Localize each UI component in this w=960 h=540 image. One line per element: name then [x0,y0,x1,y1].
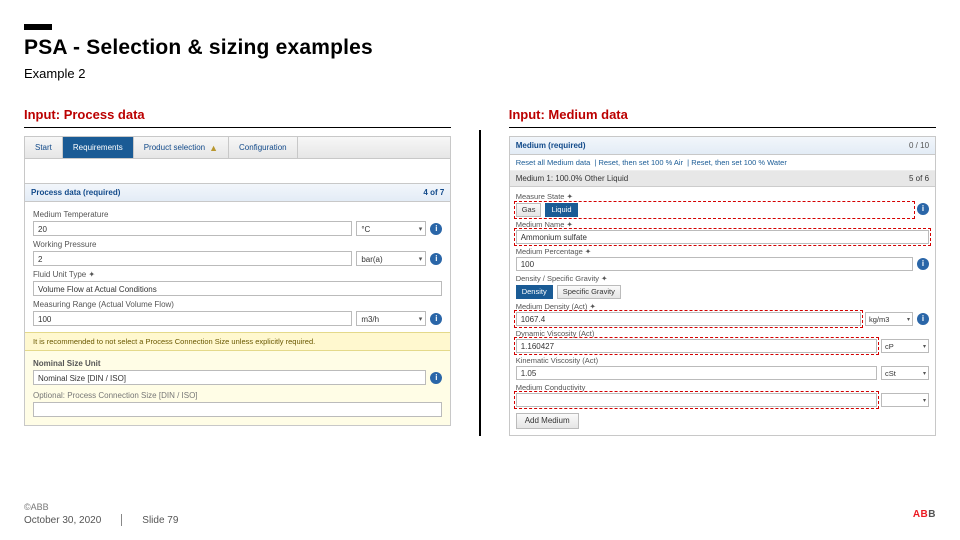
footer: ©ABB October 30, 2020 Slide 79 ABB [24,502,936,526]
process-panel: Start Requirements Product selection ▲ Co… [24,136,451,426]
column-separator [479,130,480,436]
footer-date: October 30, 2020 [24,515,101,526]
medium-panel: Medium (required) 0 / 10 Reset all Mediu… [509,136,936,436]
process-section-header[interactable]: Process data (required) 4 of 7 [25,183,450,202]
medium-section-title: Medium (required) [516,141,586,150]
medium-temp-label: Medium Temperature [33,210,442,219]
info-icon[interactable]: i [430,253,442,265]
measuring-range-label: Measuring Range (Actual Volume Flow) [33,300,442,309]
medium-conductivity-label: Medium Conductivity [516,383,929,392]
measuring-range-unit[interactable]: m3/h [356,311,426,326]
reset-water-link[interactable]: Reset, then set 100 % Water [691,158,787,167]
left-rule [24,127,451,128]
working-pressure-unit[interactable]: bar(a) [356,251,426,266]
reset-air-link[interactable]: Reset, then set 100 % Air [598,158,683,167]
info-icon[interactable]: i [917,258,929,270]
medium-section-count: 0 / 10 [909,141,929,150]
logo-black: B [928,509,936,520]
fluid-unit-label: Fluid Unit Type ✦ [33,270,442,279]
slide-title: PSA - Selection & sizing examples [24,36,936,60]
footer-slide: Slide 79 [142,515,178,526]
right-column: Input: Medium data Medium (required) 0 /… [509,107,936,436]
info-icon[interactable]: i [917,313,929,325]
density-toggle: Density Specific Gravity [516,285,929,299]
optional-connection-label: Optional: Process Connection Size [DIN /… [33,391,442,400]
medium-name-input[interactable]: Ammonium sulfate [516,230,929,244]
medium-conductivity-unit[interactable] [881,393,929,407]
kinematic-viscosity-label: Kinematic Viscosity (Act) [516,356,929,365]
process-section-progress: 4 of 7 [423,188,444,197]
tab-product-selection[interactable]: Product selection ▲ [134,137,229,158]
medium-1-count: 5 of 6 [909,174,929,183]
logo-red: AB [913,509,928,520]
dynamic-viscosity-label: Dynamic Viscosity (Act) [516,329,929,338]
nominal-title: Nominal Size Unit [33,359,442,368]
medium-conductivity-input[interactable] [516,393,877,407]
slide-subtitle: Example 2 [24,66,936,81]
medium-section-header[interactable]: Medium (required) 0 / 10 [510,137,935,155]
kinematic-viscosity-input[interactable]: 1.05 [516,366,877,380]
dynamic-viscosity-input[interactable]: 1.160427 [516,339,877,353]
warning-icon: ▲ [209,143,218,153]
copyright: ©ABB [24,502,178,512]
medium-temp-unit[interactable]: °C [356,221,426,236]
tab-configuration[interactable]: Configuration [229,137,298,158]
left-heading: Input: Process data [24,107,451,122]
nominal-note: It is recommended to not select a Proces… [25,332,450,351]
process-section-title: Process data (required) [31,188,120,197]
tab-product-label: Product selection [144,143,205,152]
right-heading: Input: Medium data [509,107,936,122]
info-icon[interactable]: i [430,313,442,325]
reset-all-link[interactable]: Reset all Medium data [516,158,591,167]
optional-connection-select[interactable] [33,402,442,417]
info-icon[interactable]: i [430,372,442,384]
info-icon[interactable]: i [917,203,929,215]
medium-percentage-input[interactable]: 100 [516,257,913,271]
right-rule [509,127,936,128]
medium-density-unit[interactable]: kg/m3 [865,312,913,326]
header-dash [24,24,52,30]
info-icon[interactable]: i [430,223,442,235]
liquid-button[interactable]: Liquid [545,203,577,217]
nominal-size-select[interactable]: Nominal Size [DIN / ISO] [33,370,426,385]
working-pressure-label: Working Pressure [33,240,442,249]
tab-start[interactable]: Start [25,137,63,158]
medium-percentage-label: Medium Percentage ✦ [516,247,929,256]
density-section-label: Density / Specific Gravity ✦ [516,274,929,283]
tab-requirements[interactable]: Requirements [63,137,134,158]
medium-density-input[interactable]: 1067.4 [516,312,861,326]
medium-1-name: Medium 1: 100.0% Other Liquid [516,174,629,183]
working-pressure-input[interactable]: 2 [33,251,352,266]
left-column: Input: Process data Start Requirements P… [24,107,451,436]
medium-temp-input[interactable]: 20 [33,221,352,236]
kinematic-viscosity-unit[interactable]: cSt [881,366,929,380]
add-medium-button[interactable]: Add Medium [516,413,579,429]
medium-1-bar[interactable]: Medium 1: 100.0% Other Liquid 5 of 6 [510,171,935,187]
density-button[interactable]: Density [516,285,553,299]
reset-row: Reset all Medium data | Reset, then set … [510,155,935,171]
abb-logo: ABB [913,509,936,520]
measuring-range-input[interactable]: 100 [33,311,352,326]
measure-state-toggle: Gas Liquid [516,203,913,217]
gas-button[interactable]: Gas [516,203,542,217]
measure-state-label: Measure State ✦ [516,192,929,201]
dynamic-viscosity-unit[interactable]: cP [881,339,929,353]
fluid-unit-select[interactable]: Volume Flow at Actual Conditions [33,281,442,296]
specific-gravity-button[interactable]: Specific Gravity [557,285,621,299]
medium-name-label: Medium Name ✦ [516,220,929,229]
footer-divider [121,514,122,526]
medium-density-label: Medium Density (Act) ✦ [516,302,929,311]
wizard-tabs: Start Requirements Product selection ▲ Co… [25,137,450,159]
